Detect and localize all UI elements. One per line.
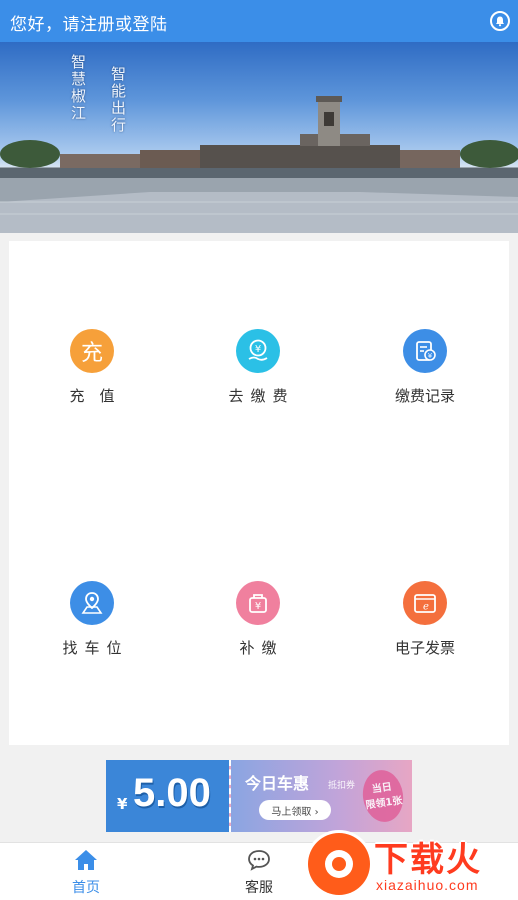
function-menu: 充 充 值 ¥ 去缴费 ¥ 缴费记录 找车位 ¥ 补缴 e 电子发票 (9, 241, 509, 745)
coupon-subtitle: 抵扣券 (328, 781, 356, 791)
coupon-title: 今日车惠 (245, 774, 310, 793)
menu-label-e-invoice: 电子发票 (394, 639, 455, 657)
supplementary-pay-icon: ¥ (236, 581, 280, 625)
tab-label-home: 首页 (72, 880, 100, 896)
coupon-amount-panel: ¥ 5.00 (106, 760, 229, 832)
menu-label-supplementary-pay: 补缴 (239, 639, 284, 657)
svg-text:¥: ¥ (255, 601, 261, 612)
menu-label-recharge: 充 值 (69, 387, 115, 405)
bell-icon[interactable] (490, 11, 510, 31)
menu-payment-record[interactable]: ¥ 缴费记录 (342, 241, 508, 493)
banner-poem-right: 智慧椒江 (69, 54, 87, 122)
customer-service-icon (248, 850, 270, 871)
top-bar: 您好，请注册或登陆 (0, 0, 518, 42)
watermark: 下载火 xiazaihuo.com (306, 831, 518, 900)
banner-poem-left: 智能出行 (109, 66, 127, 134)
tab-home[interactable]: 首页 (26, 843, 146, 900)
login-prompt[interactable]: 您好，请注册或登陆 (10, 10, 168, 35)
coupon-currency: ¥ (117, 795, 128, 813)
watermark-logo (308, 833, 370, 895)
payment-record-icon: ¥ (403, 329, 447, 373)
menu-label-pay: 去缴费 (228, 387, 295, 405)
home-icon (75, 850, 97, 870)
watermark-domain: xiazaihuo.com (376, 877, 479, 893)
promo-coupon-banner[interactable]: ¥ 5.00 今日车惠 抵扣券 马上领取 › 当日 限领1张 (106, 760, 412, 832)
tab-label-customer-service: 客服 (245, 880, 273, 896)
svg-text:¥: ¥ (428, 352, 433, 360)
banner-image[interactable]: 智慧椒江 智能出行 (0, 42, 518, 233)
claim-coupon-button[interactable]: 马上领取 › (259, 800, 331, 820)
menu-e-invoice[interactable]: e 电子发票 (342, 493, 508, 745)
watermark-brand: 下载火 (374, 840, 482, 880)
recharge-icon: 充 (70, 329, 114, 373)
find-parking-icon (70, 581, 114, 625)
svg-text:e: e (423, 602, 429, 613)
coupon-info-panel: 今日车惠 抵扣券 马上领取 › 当日 限领1张 (229, 760, 412, 832)
daily-limit-seal: 当日 限领1张 (359, 767, 407, 825)
watermark-logo-ring (325, 850, 353, 878)
menu-supplementary-pay[interactable]: ¥ 补缴 (175, 493, 341, 745)
tab-customer-service[interactable]: 客服 (199, 843, 319, 900)
watermark-logo-core (332, 857, 346, 871)
menu-recharge[interactable]: 充 充 值 (9, 241, 175, 493)
pay-icon: ¥ (236, 329, 280, 373)
menu-label-payment-record: 缴费记录 (394, 387, 455, 405)
menu-label-find-parking: 找车位 (62, 639, 129, 657)
coupon-amount: 5.00 (133, 771, 211, 815)
e-invoice-icon: e (403, 581, 447, 625)
svg-text:¥: ¥ (255, 344, 261, 355)
menu-find-parking[interactable]: 找车位 (9, 493, 175, 745)
menu-pay[interactable]: ¥ 去缴费 (175, 241, 341, 493)
